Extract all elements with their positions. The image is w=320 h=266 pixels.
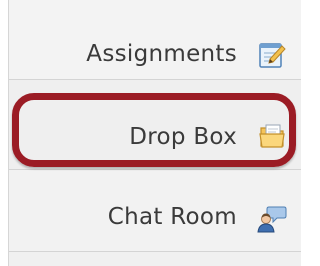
drop-box-folder-icon [257, 122, 287, 152]
menu-item-label: Assignments [86, 41, 237, 67]
assignment-edit-icon [257, 40, 287, 70]
menu-item-label: Drop Box [129, 124, 237, 150]
menu-item-label: Chat Room [107, 204, 237, 230]
tool-menu: Assignments Drop Box Chat Room [8, 0, 301, 266]
chat-room-user-icon [257, 204, 287, 234]
menu-item-assignments[interactable]: Assignments [9, 0, 301, 80]
menu-item-chat-room[interactable]: Chat Room [9, 170, 301, 252]
menu-item-next[interactable] [9, 252, 301, 266]
menu-item-drop-box[interactable]: Drop Box [9, 80, 301, 170]
